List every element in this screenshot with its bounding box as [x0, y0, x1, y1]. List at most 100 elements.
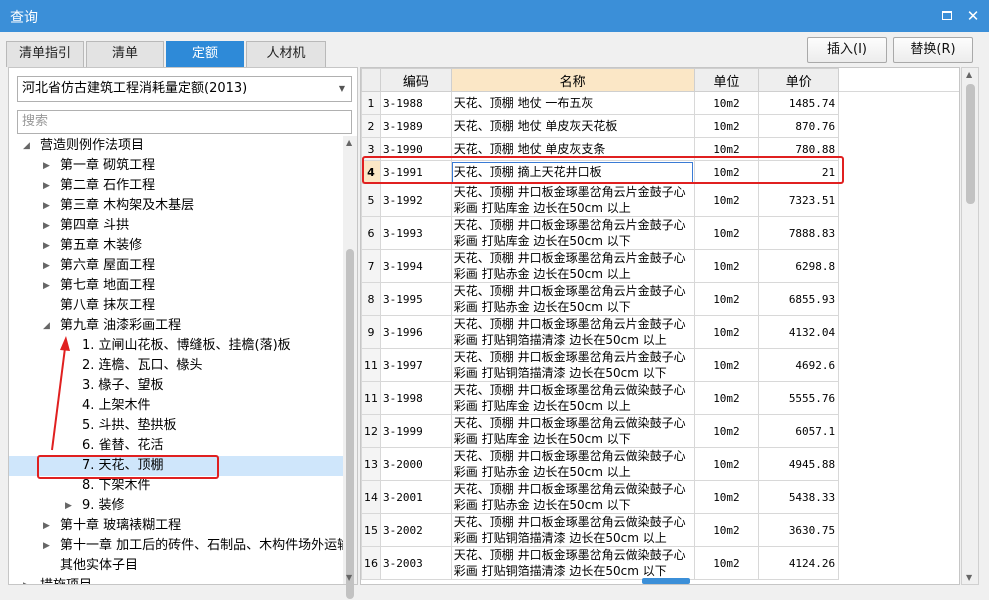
- row-number[interactable]: 8: [361, 282, 381, 316]
- tree-item[interactable]: 2. 连檐、瓦口、椽头: [9, 356, 343, 376]
- tree-item[interactable]: ▶ 第五章 木装修: [9, 236, 343, 256]
- name-cell[interactable]: 天花、顶棚 井口板金琢墨岔角云片金鼓子心彩画 打贴库金 边长在50cm 以上: [450, 183, 695, 217]
- unit-cell[interactable]: 10m2: [693, 91, 760, 115]
- code-cell[interactable]: 3-2003: [380, 546, 452, 580]
- close-icon[interactable]: ✕: [964, 7, 982, 25]
- quota-library-select[interactable]: 河北省仿古建筑工程消耗量定额(2013) ▼: [17, 76, 352, 102]
- collapsed-triangle-icon[interactable]: ▶: [43, 196, 50, 216]
- name-cell[interactable]: 天花、顶棚 井口板金琢墨岔角云做染鼓子心彩画 打贴铜箔描清漆 边长在50cm 以…: [450, 513, 695, 547]
- price-cell[interactable]: 6298.8: [758, 249, 840, 283]
- tab-bill[interactable]: 清单: [86, 41, 164, 67]
- table-row[interactable]: 11 3-1997 天花、顶棚 井口板金琢墨岔角云片金鼓子心彩画 打贴铜箔描清漆 边…: [361, 348, 960, 382]
- tree-item[interactable]: ▶ 措施项目: [9, 576, 343, 584]
- name-cell[interactable]: 天花、顶棚 井口板金琢墨岔角云做染鼓子心彩画 打贴铜箔描清漆 边长在50cm 以…: [450, 546, 695, 580]
- tree-item[interactable]: 5. 斗拱、垫拱板: [9, 416, 343, 436]
- tree-item[interactable]: 第八章 抹灰工程: [9, 296, 343, 316]
- price-cell[interactable]: 3630.75: [758, 513, 840, 547]
- name-cell[interactable]: 天花、顶棚 井口板金琢墨岔角云片金鼓子心彩画 打贴赤金 边长在50cm 以下: [450, 282, 695, 316]
- table-row[interactable]: 9 3-1996 天花、顶棚 井口板金琢墨岔角云片金鼓子心彩画 打贴铜箔描清漆 边长…: [361, 315, 960, 349]
- code-cell[interactable]: 3-1988: [380, 91, 452, 115]
- price-cell[interactable]: 4132.04: [758, 315, 840, 349]
- collapsed-triangle-icon[interactable]: ▶: [43, 156, 50, 176]
- table-row[interactable]: 1 3-1988 天花、顶棚 地仗 一布五灰 10m2 1485.74: [361, 91, 960, 115]
- tree-item[interactable]: ▶ 第十章 玻璃裱糊工程: [9, 516, 343, 536]
- dropdown-arrow-icon[interactable]: ▼: [339, 77, 345, 101]
- collapsed-triangle-icon[interactable]: ▶: [43, 276, 50, 296]
- code-cell[interactable]: 3-1994: [380, 249, 452, 283]
- tree-item[interactable]: ▶ 第六章 屋面工程: [9, 256, 343, 276]
- name-cell[interactable]: 天花、顶棚 井口板金琢墨岔角云做染鼓子心彩画 打贴赤金 边长在50cm 以下: [450, 480, 695, 514]
- expanded-triangle-icon[interactable]: ◢: [23, 136, 30, 156]
- tree-item[interactable]: ▶ 第四章 斗拱: [9, 216, 343, 236]
- tree-item[interactable]: 3. 椽子、望板: [9, 376, 343, 396]
- unit-cell[interactable]: 10m2: [693, 513, 760, 547]
- tree-item[interactable]: ▶ 第二章 石作工程: [9, 176, 343, 196]
- unit-cell[interactable]: 10m2: [693, 249, 760, 283]
- replace-button[interactable]: 替换(R): [893, 37, 973, 63]
- code-cell[interactable]: 3-1996: [380, 315, 452, 349]
- name-cell[interactable]: 天花、顶棚 井口板金琢墨岔角云片金鼓子心彩画 打贴库金 边长在50cm 以下: [450, 216, 695, 250]
- table-row[interactable]: 13 3-2000 天花、顶棚 井口板金琢墨岔角云做染鼓子心彩画 打贴赤金 边长在5…: [361, 447, 960, 481]
- panel-splitter-handle[interactable]: [642, 578, 690, 584]
- unit-cell[interactable]: 10m2: [693, 348, 760, 382]
- table-row[interactable]: 7 3-1994 天花、顶棚 井口板金琢墨岔角云片金鼓子心彩画 打贴赤金 边长在50…: [361, 249, 960, 283]
- name-cell[interactable]: 天花、顶棚 井口板金琢墨岔角云片金鼓子心彩画 打贴铜箔描清漆 边长在50cm 以…: [450, 348, 695, 382]
- tree-item[interactable]: ▶ 9. 装修: [9, 496, 343, 516]
- code-cell[interactable]: 3-2001: [380, 480, 452, 514]
- row-number[interactable]: 15: [361, 513, 381, 547]
- unit-cell[interactable]: 10m2: [693, 447, 760, 481]
- tab-quota[interactable]: 定额: [166, 41, 244, 67]
- unit-cell[interactable]: 10m2: [693, 546, 760, 580]
- expanded-triangle-icon[interactable]: ◢: [43, 316, 50, 336]
- unit-cell[interactable]: 10m2: [693, 315, 760, 349]
- collapsed-triangle-icon[interactable]: ▶: [43, 536, 50, 556]
- collapsed-triangle-icon[interactable]: ▶: [65, 496, 72, 516]
- scroll-up-icon[interactable]: ▲: [966, 70, 972, 79]
- tree-item[interactable]: ◢ 第九章 油漆彩画工程: [9, 316, 343, 336]
- code-cell[interactable]: 3-1999: [380, 414, 452, 448]
- collapsed-triangle-icon[interactable]: ▶: [43, 236, 50, 256]
- row-number[interactable]: 6: [361, 216, 381, 250]
- scroll-down-icon[interactable]: ▼: [966, 573, 972, 582]
- grid-scrollbar[interactable]: ▲ ▼: [961, 67, 979, 585]
- tree-scrollbar[interactable]: ▲ ▼: [343, 136, 357, 599]
- price-cell[interactable]: 4124.26: [758, 546, 840, 580]
- scroll-down-icon[interactable]: ▼: [346, 573, 352, 582]
- collapsed-triangle-icon[interactable]: ▶: [43, 216, 50, 236]
- row-number[interactable]: 12: [361, 414, 381, 448]
- price-cell[interactable]: 7323.51: [758, 183, 840, 217]
- tree-item[interactable]: 6. 雀替、花活: [9, 436, 343, 456]
- name-cell[interactable]: 天花、顶棚 井口板金琢墨岔角云片金鼓子心彩画 打贴赤金 边长在50cm 以上: [450, 249, 695, 283]
- unit-cell[interactable]: 10m2: [693, 114, 760, 138]
- unit-cell[interactable]: 10m2: [693, 381, 760, 415]
- table-row[interactable]: 16 3-2003 天花、顶棚 井口板金琢墨岔角云做染鼓子心彩画 打贴铜箔描清漆 边…: [361, 546, 960, 580]
- search-input[interactable]: 搜索: [17, 110, 352, 134]
- tree-item[interactable]: ▶ 第一章 砌筑工程: [9, 156, 343, 176]
- row-number[interactable]: 16: [361, 546, 381, 580]
- row-number[interactable]: 11: [361, 381, 381, 415]
- tree-item[interactable]: 其他实体子目: [9, 556, 343, 576]
- unit-cell[interactable]: 10m2: [693, 183, 760, 217]
- row-number[interactable]: 7: [361, 249, 381, 283]
- name-cell[interactable]: 天花、顶棚 井口板金琢墨岔角云做染鼓子心彩画 打贴库金 边长在50cm 以下: [450, 414, 695, 448]
- maximize-icon[interactable]: [938, 7, 956, 25]
- price-cell[interactable]: 4945.88: [758, 447, 840, 481]
- tree-scroll-thumb[interactable]: [346, 249, 354, 599]
- code-cell[interactable]: 3-2002: [380, 513, 452, 547]
- unit-cell[interactable]: 10m2: [693, 216, 760, 250]
- table-row[interactable]: 6 3-1993 天花、顶棚 井口板金琢墨岔角云片金鼓子心彩画 打贴库金 边长在50…: [361, 216, 960, 250]
- column-header-price[interactable]: 单价: [758, 68, 840, 92]
- row-number[interactable]: 5: [361, 183, 381, 217]
- table-row[interactable]: 12 3-1999 天花、顶棚 井口板金琢墨岔角云做染鼓子心彩画 打贴库金 边长在5…: [361, 414, 960, 448]
- code-cell[interactable]: 3-1989: [380, 114, 452, 138]
- collapsed-triangle-icon[interactable]: ▶: [23, 576, 30, 584]
- tree-item[interactable]: ▶ 第七章 地面工程: [9, 276, 343, 296]
- insert-button[interactable]: 插入(I): [807, 37, 887, 63]
- scroll-up-icon[interactable]: ▲: [346, 138, 352, 147]
- tab-bill-guide[interactable]: 清单指引: [6, 41, 84, 67]
- row-number[interactable]: 11: [361, 348, 381, 382]
- tree-item[interactable]: ▶ 第十一章 加工后的砖件、石制品、木构件场外运输: [9, 536, 343, 556]
- table-row[interactable]: 14 3-2001 天花、顶棚 井口板金琢墨岔角云做染鼓子心彩画 打贴赤金 边长在5…: [361, 480, 960, 514]
- column-header-unit[interactable]: 单位: [693, 68, 760, 92]
- tree-item[interactable]: 8. 下架木件: [9, 476, 343, 496]
